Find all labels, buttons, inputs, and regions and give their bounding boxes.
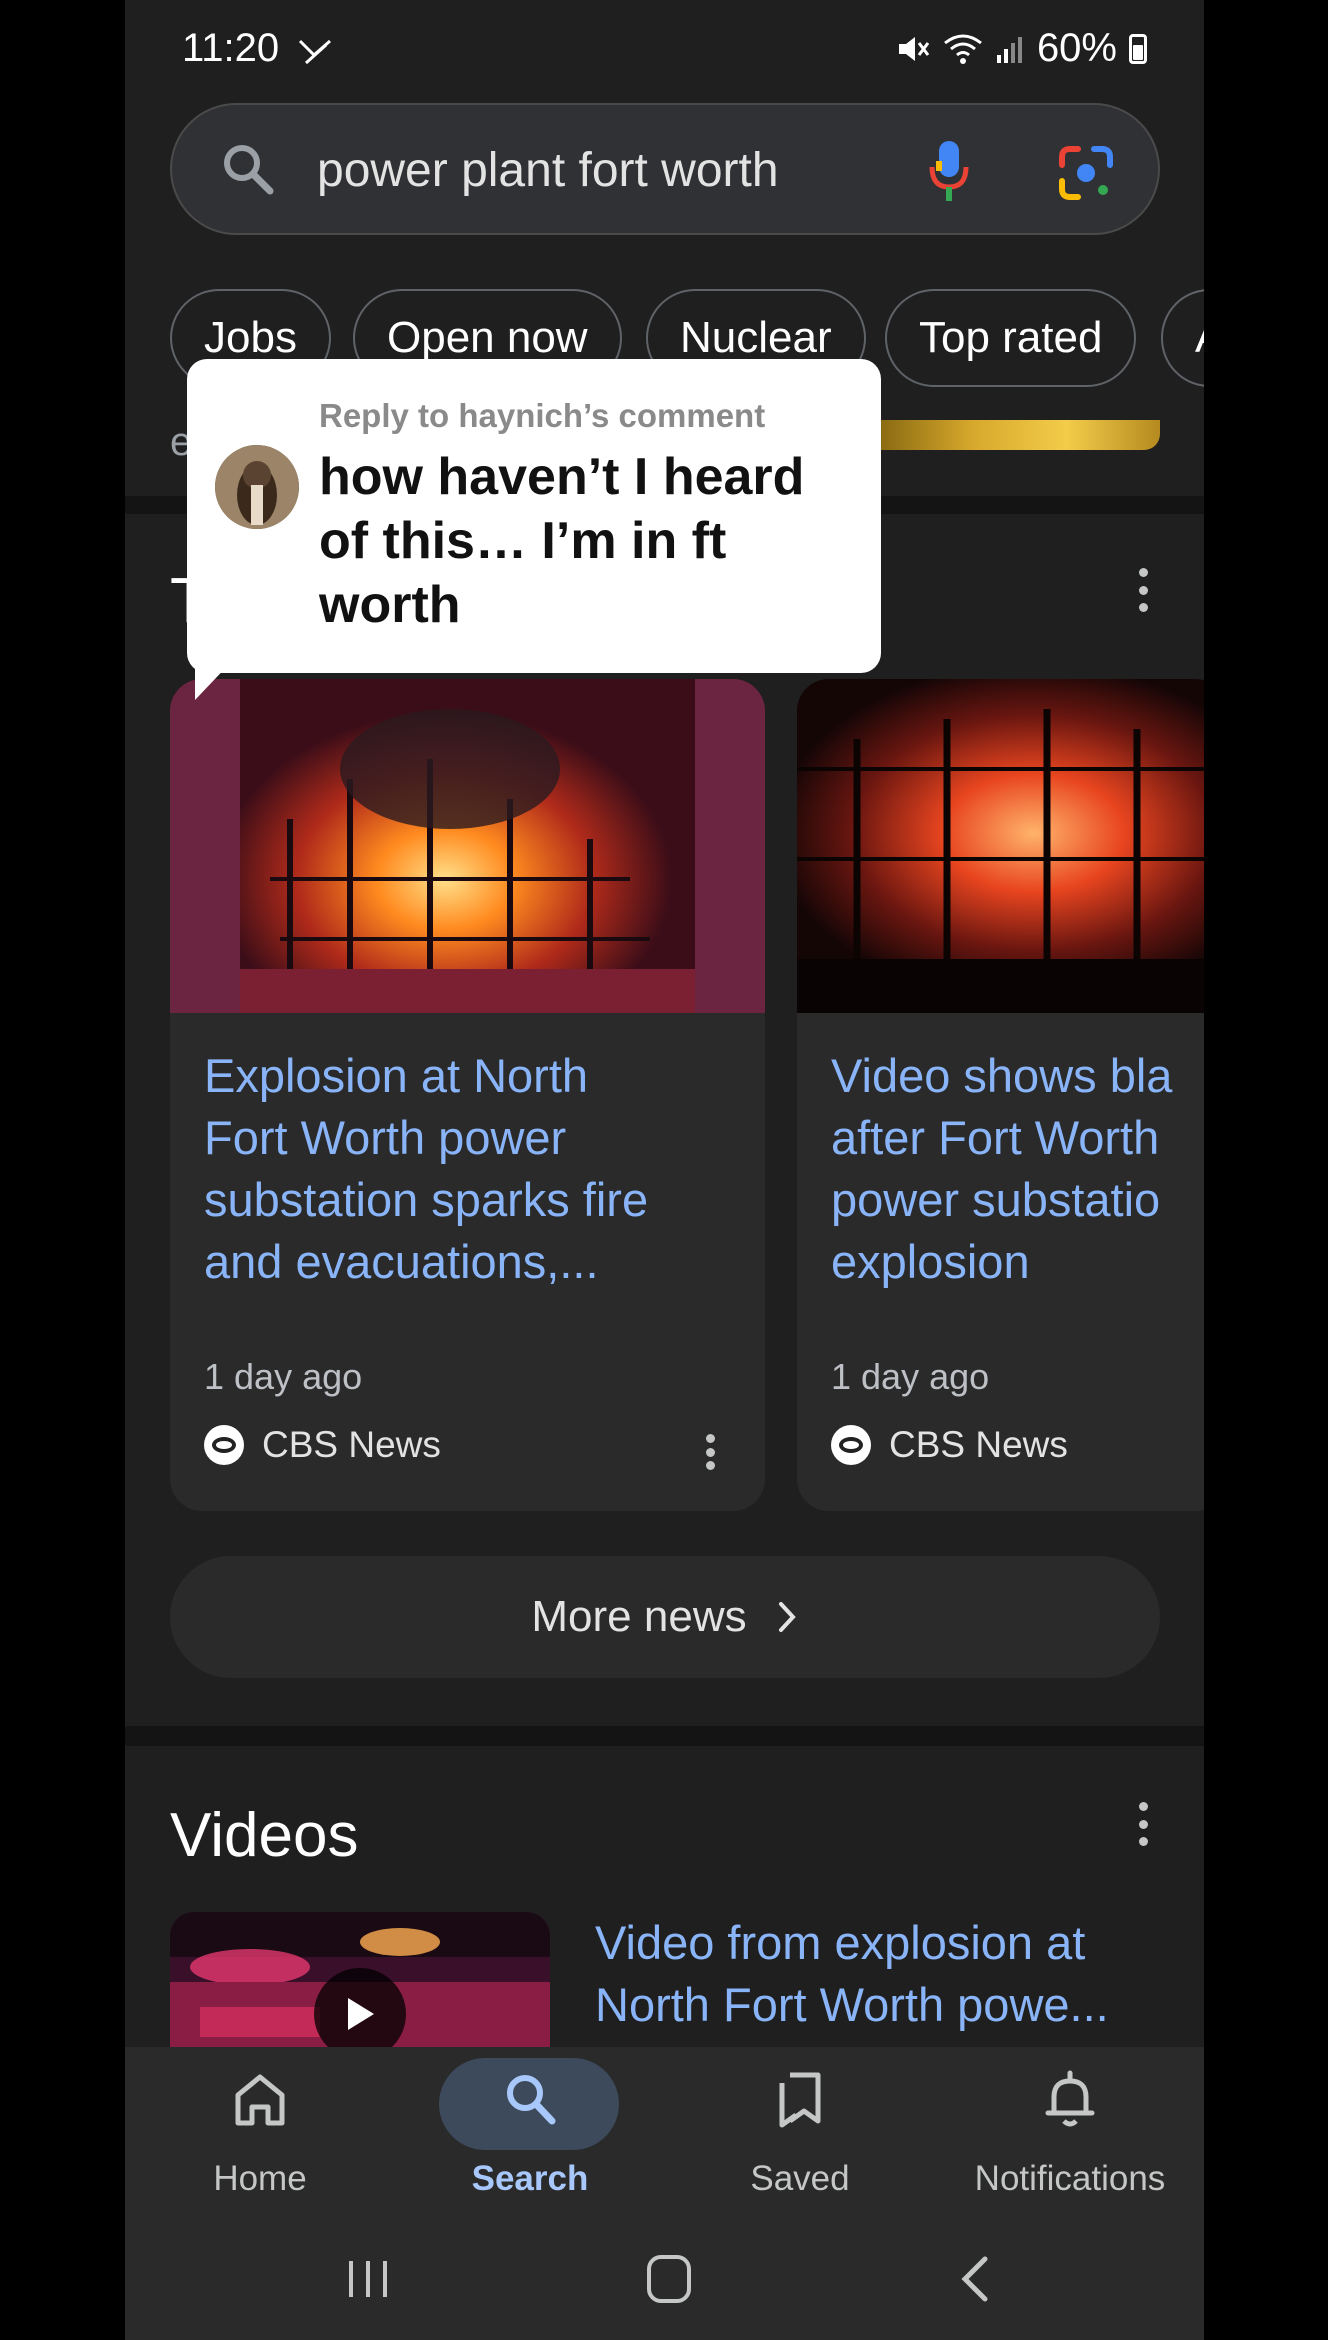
status-icons: 60%	[895, 26, 1147, 71]
news-image-fire	[170, 679, 765, 1013]
section-divider	[125, 1726, 1204, 1746]
nav-notifications[interactable]: Notifications	[935, 2047, 1204, 2217]
news-source: CBS News	[831, 1424, 1068, 1466]
search-icon	[507, 2075, 556, 2125]
cbs-logo-icon	[204, 1425, 244, 1465]
search-input[interactable]: power plant fort worth	[317, 143, 779, 198]
videos-heading: Videos	[170, 1801, 359, 1870]
recent-apps-icon[interactable]	[343, 2255, 393, 2303]
chip-more[interactable]: A	[1161, 289, 1204, 387]
nav-home[interactable]: Home	[125, 2047, 395, 2217]
reply-bubble-tail	[195, 660, 233, 700]
home-button-icon[interactable]	[645, 2253, 693, 2305]
search-icon	[224, 145, 274, 195]
nav-search-label: Search	[471, 2159, 589, 2198]
more-options-icon[interactable]	[1137, 568, 1149, 612]
nav-saved[interactable]: Saved	[665, 2047, 935, 2217]
news-card[interactable]: Video shows bla after Fort Worth power s…	[797, 679, 1204, 1511]
signal-icon	[996, 36, 1022, 63]
nav-notifications-label: Notifications	[974, 2159, 1166, 2198]
reply-comment-overlay: Reply to haynich’s comment how haven’t I…	[187, 359, 881, 673]
home-icon	[235, 2074, 285, 2126]
cbs-logo-icon	[831, 1425, 871, 1465]
mute-icon	[898, 36, 930, 61]
news-time: 1 day ago	[831, 1356, 990, 1397]
bell-icon	[1045, 2070, 1095, 2127]
wifi-icon	[944, 34, 982, 64]
back-icon[interactable]	[955, 2255, 995, 2303]
news-title[interactable]: Video shows bla after Fort Worth power s…	[831, 1045, 1204, 1293]
missed-call-icon	[299, 40, 332, 65]
news-title[interactable]: Explosion at North Fort Worth power subs…	[204, 1045, 755, 1293]
battery-percent: 60%	[1036, 26, 1117, 70]
reply-to-label: Reply to haynich’s comment	[319, 397, 766, 434]
reply-comment-text: how haven’t I heard of this… I’m in ft w…	[319, 448, 805, 634]
chevron-right-icon	[778, 1602, 796, 1632]
phone-screen: 11:20 60% power plant fort worth Jobs Op…	[125, 0, 1204, 2340]
nav-search[interactable]: Search	[395, 2047, 665, 2217]
news-source-name: CBS News	[889, 1424, 1068, 1465]
chip-top-rated[interactable]: Top rated	[885, 289, 1137, 387]
news-card[interactable]: Explosion at North Fort Worth power subs…	[170, 679, 765, 1511]
status-time-text: 11:20	[182, 26, 280, 70]
google-lens-icon[interactable]	[1056, 143, 1116, 203]
news-source-name: CBS News	[262, 1424, 441, 1465]
status-time: 11:20	[182, 26, 336, 71]
nav-home-label: Home	[213, 2159, 307, 2198]
system-navigation-bar	[125, 2217, 1204, 2340]
news-source: CBS News	[204, 1424, 441, 1466]
more-options-icon[interactable]	[704, 1434, 716, 1470]
search-bar[interactable]: power plant fort worth	[170, 103, 1160, 235]
news-time: 1 day ago	[204, 1356, 363, 1397]
nav-saved-label: Saved	[750, 2159, 850, 2198]
avatar	[215, 445, 299, 529]
microphone-icon[interactable]	[926, 139, 972, 205]
saved-icon	[779, 2072, 821, 2128]
battery-icon	[1129, 33, 1147, 64]
more-news-button[interactable]: More news	[170, 1556, 1160, 1678]
news-image-fire	[797, 679, 1204, 1013]
play-icon	[348, 1998, 374, 2030]
previous-card-image	[880, 420, 1160, 450]
more-news-label: More news	[531, 1592, 747, 1641]
video-title-link[interactable]: Video from explosion at North Fort Worth…	[595, 1912, 1185, 2036]
more-options-icon[interactable]	[1137, 1802, 1149, 1846]
